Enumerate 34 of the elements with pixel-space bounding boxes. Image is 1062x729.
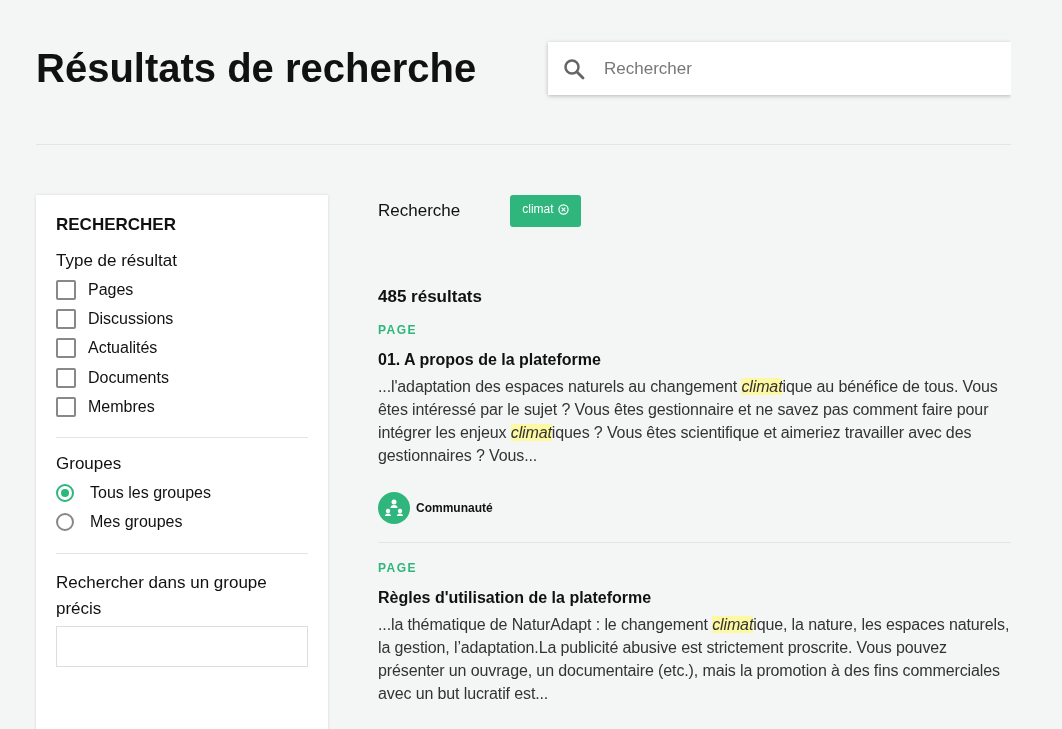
author-name: Communauté — [416, 501, 493, 515]
checkbox[interactable] — [56, 367, 76, 388]
checkbox-label: Documents — [88, 368, 169, 387]
radio-button[interactable] — [56, 513, 74, 532]
result-type: PAGE — [378, 561, 419, 575]
community-icon — [378, 492, 410, 524]
result-type: PAGE — [378, 323, 419, 337]
group-search-field[interactable] — [56, 626, 308, 668]
search-field[interactable]: Rechercher — [602, 57, 997, 80]
panel-title: RECHERCHER — [56, 215, 177, 235]
field-label: Rechercher dans un groupe précis — [56, 572, 268, 621]
search-bar[interactable]: Rechercher — [548, 42, 1011, 95]
checkbox-label: Discussions — [88, 309, 174, 328]
results-count: 485 résultats — [378, 287, 483, 307]
checkbox-label: Pages — [88, 280, 134, 299]
page-title: Résultats de recherche — [36, 46, 477, 91]
result-excerpt: ...la thématique de NaturAdapt : le changement climatique, la nature, les espaces naturels, la gestion, l’adaptation.La publicité abusive est strictement proscrite. Vous pouvez présenter un ouvrage, un documentaire (etc.), mais la promotion à des fins commerciales avec un but lucratif est... — [378, 615, 1011, 704]
checkbox[interactable] — [56, 396, 76, 417]
search-icon — [562, 56, 586, 81]
radio-button[interactable] — [56, 484, 74, 503]
result-title[interactable]: Règles d'utilisation de la plateforme — [378, 589, 1011, 607]
checkbox-label: Actualités — [88, 339, 158, 358]
checkbox[interactable] — [56, 279, 76, 300]
query-label: Recherche — [378, 201, 461, 221]
radio-label: Tous les groupes — [90, 484, 211, 503]
result-excerpt: ...l'adaptation des espaces naturels au changement climatique au bénéfice de tous. Vous êtes intéressé par le sujet ? Vous êtes gestionnaire et ne savez pas comment faire pour intégrer les enjeux climatiques ? Vous êtes scientifique et aimeriez travailler avec des gestionnaires ? Vous... — [378, 377, 999, 466]
radio-label: Mes groupes — [90, 513, 183, 532]
checkbox[interactable] — [56, 308, 76, 329]
section-heading: Type de résultat — [56, 251, 178, 271]
section-heading: Groupes — [56, 454, 123, 475]
close-icon — [557, 203, 569, 215]
checkbox[interactable] — [56, 338, 76, 359]
checkbox-label: Membres — [88, 397, 155, 416]
result-title[interactable]: 01. A propos de la plateforme — [378, 351, 1011, 369]
